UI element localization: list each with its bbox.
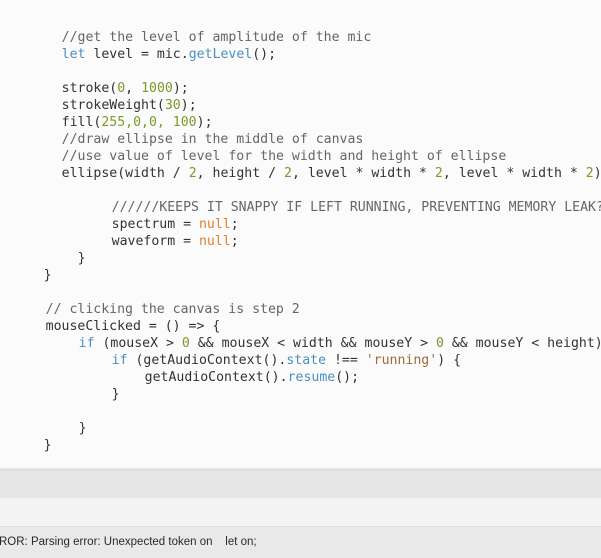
code-text: (); [252, 47, 277, 62]
code-keyword: let [61, 47, 86, 62]
code-brace: } [43, 438, 52, 453]
code-text: ); [593, 166, 601, 181]
code-text: ) { [437, 353, 462, 368]
code-number: 2 [585, 166, 594, 181]
code-text: , height / [196, 166, 284, 181]
code-line: } [0, 250, 52, 283]
code-brace: } [111, 387, 120, 402]
code-line: } [30, 233, 86, 266]
code-text: && mouseY < height) { [451, 336, 601, 351]
code-number: 2 [188, 166, 197, 181]
code-line: //draw ellipse in the middle of canvas [14, 114, 364, 147]
code-editor[interactable]: //get the level of amplitude of the mic … [0, 0, 601, 468]
code-number: 2 [283, 166, 292, 181]
code-line: ellipse(width / 2, height / 2, level * w… [14, 148, 601, 181]
code-line: let level = mic.getLevel(); [14, 29, 276, 62]
code-number: 2 [434, 166, 443, 181]
code-line: //use value of level for the width and h… [14, 131, 507, 164]
code-line: mouseClicked = () => { [0, 301, 221, 334]
code-line: //////KEEPS IT SNAPPY IF LEFT RUNNING, P… [64, 182, 601, 215]
code-line: spectrum = null; [64, 199, 239, 232]
code-text: level = mic. [85, 47, 189, 62]
code-text: , level * width * [291, 166, 435, 181]
code-line: } [64, 369, 120, 402]
console-error-row: ROR: Parsing error: Unexpected token on … [0, 526, 601, 558]
code-function: getLevel [188, 47, 253, 62]
code-brace: } [43, 268, 52, 283]
code-text: waveform = [111, 234, 199, 249]
code-line: stroke(0, 1000); [14, 63, 189, 96]
code-line: //get the level of amplitude of the mic [14, 12, 372, 45]
editor-screen: //get the level of amplitude of the mic … [0, 0, 601, 558]
code-line: } [0, 420, 52, 453]
code-function: resume [287, 370, 336, 385]
code-text: ; [230, 234, 239, 249]
code-line: if (mouseX > 0 && mouseX < width && mous… [31, 318, 601, 351]
code-line: strokeWeight(30); [14, 80, 197, 113]
code-line: waveform = null; [64, 216, 239, 249]
code-text: getAudioContext(). [144, 370, 288, 385]
code-string: 'running' [365, 353, 438, 368]
code-brace: } [78, 421, 87, 436]
console-error-message: ROR: Parsing error: Unexpected token on … [0, 536, 257, 548]
code-line: fill(255,0,0, 100); [14, 97, 213, 130]
code-line: // clicking the canvas is step 2 [0, 284, 300, 317]
console-output [0, 498, 601, 526]
code-null-literal: null [198, 234, 231, 249]
code-text: , level * width * [442, 166, 586, 181]
console-toolbar[interactable] [0, 470, 601, 499]
code-brace: } [77, 251, 86, 266]
code-text: ellipse(width / [61, 166, 189, 181]
code-line: if (getAudioContext().state !== 'running… [64, 335, 461, 368]
code-text: (); [335, 370, 360, 385]
code-line: } [31, 403, 87, 436]
code-line: getAudioContext().resume(); [97, 352, 359, 385]
